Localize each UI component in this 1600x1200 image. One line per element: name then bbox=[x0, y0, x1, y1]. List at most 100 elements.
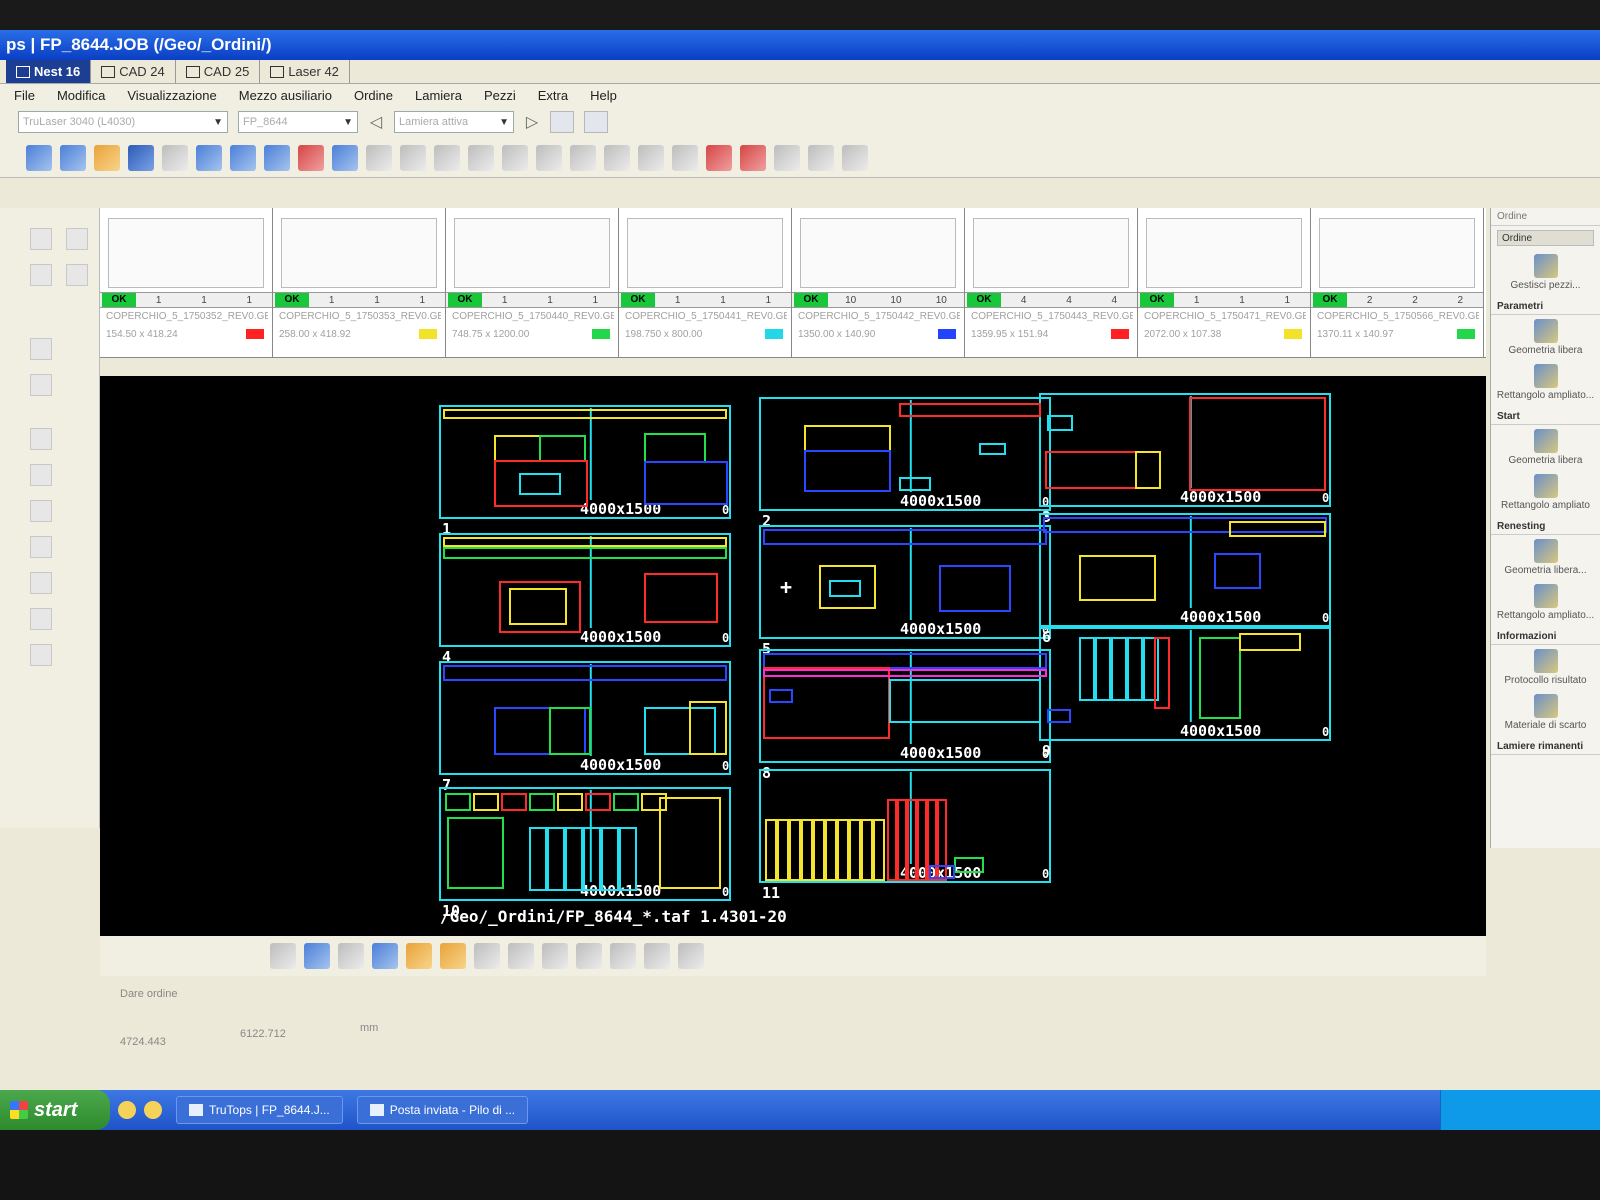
nesting-canvas[interactable]: 4000x1500 0 1 4000x1500 0 2 4000x1500 0 3 4000x15… bbox=[100, 376, 1486, 936]
panel-action-button[interactable]: Materiale di scarto bbox=[1491, 690, 1600, 735]
tab-nest-16[interactable]: Nest 16 bbox=[6, 60, 92, 83]
menu-visualizzazione[interactable]: Visualizzazione bbox=[127, 88, 216, 103]
taskbar-item-mail[interactable]: Posta inviata - Pilo di ... bbox=[356, 1096, 529, 1124]
parts-list-icon[interactable] bbox=[332, 144, 358, 171]
dimension-tool-icon[interactable] bbox=[30, 464, 52, 486]
move-part-icon[interactable] bbox=[304, 943, 330, 969]
redo-icon[interactable] bbox=[400, 144, 426, 171]
line-tool-icon[interactable] bbox=[30, 228, 52, 250]
copy-icon[interactable] bbox=[434, 144, 460, 171]
simulate-icon[interactable] bbox=[706, 144, 732, 171]
sheet-card[interactable]: OK 1 1 1 COPERCHIO_5_1750352_REV0.GEO 154.5… bbox=[100, 208, 273, 357]
nested-part bbox=[804, 425, 891, 452]
tab-ordine[interactable]: Ordine bbox=[1497, 230, 1594, 246]
tab-laser-42[interactable]: Laser 42 bbox=[260, 60, 350, 83]
nest-part-icon[interactable] bbox=[372, 943, 398, 969]
layout-3-icon[interactable] bbox=[842, 144, 868, 171]
panel-action-button[interactable]: Geometria libera bbox=[1491, 425, 1600, 470]
previous-sheet-icon[interactable]: ◁ bbox=[368, 112, 384, 132]
mirror-icon[interactable] bbox=[536, 144, 562, 171]
delete-sheet-icon[interactable] bbox=[508, 943, 534, 969]
lock-icon[interactable] bbox=[542, 943, 568, 969]
align-right-icon[interactable] bbox=[644, 943, 670, 969]
sheet-card[interactable]: OK 1 1 1 COPERCHIO_5_1750353_REV0.GEO 258.0… bbox=[273, 208, 446, 357]
corner-tool-icon[interactable] bbox=[30, 428, 52, 450]
copy-sheet-icon[interactable] bbox=[474, 943, 500, 969]
sheet-card[interactable]: OK 1 1 1 COPERCHIO_5_1750441_REV0.GEO 198.7… bbox=[619, 208, 792, 357]
manage-parts-button[interactable]: Gestisci pezzi... bbox=[1491, 250, 1600, 295]
move-icon[interactable] bbox=[468, 144, 494, 171]
menu-file[interactable]: File bbox=[14, 88, 35, 103]
arc-tool-icon[interactable] bbox=[30, 374, 52, 396]
tree-icon[interactable] bbox=[162, 144, 188, 171]
save-icon[interactable] bbox=[128, 144, 154, 171]
undo-icon[interactable] bbox=[366, 144, 392, 171]
panel-section-title: Renesting bbox=[1491, 515, 1600, 535]
machine-select[interactable]: TruLaser 3040 (L4030) ▼ bbox=[18, 111, 228, 133]
parts-add-icon[interactable] bbox=[264, 144, 290, 171]
part-dims: 2072.00 x 107.38 bbox=[1144, 329, 1222, 340]
vertical-line-icon[interactable] bbox=[30, 338, 52, 360]
layout-2-icon[interactable] bbox=[808, 144, 834, 171]
nest-auto-icon[interactable] bbox=[406, 943, 432, 969]
point-tool-icon[interactable] bbox=[30, 572, 52, 594]
align-top-icon[interactable] bbox=[610, 943, 636, 969]
cross-tool-icon[interactable] bbox=[30, 500, 52, 522]
report-icon[interactable] bbox=[740, 144, 766, 171]
nested-part bbox=[1127, 637, 1143, 701]
sheet-card[interactable]: OK 2 2 2 COPERCHIO_5_1750566_REV0.GEO 1370.… bbox=[1311, 208, 1484, 357]
nest-run-icon[interactable] bbox=[298, 144, 324, 171]
import-icon[interactable] bbox=[60, 144, 86, 171]
new-job-icon[interactable] bbox=[26, 144, 52, 171]
nest-manual-icon[interactable] bbox=[440, 943, 466, 969]
start-button[interactable]: start bbox=[0, 1090, 110, 1130]
align-left-icon[interactable] bbox=[576, 943, 602, 969]
menu-pezzi[interactable]: Pezzi bbox=[484, 88, 516, 103]
panel-action-button[interactable]: Geometria libera bbox=[1491, 315, 1600, 360]
distribute-icon[interactable] bbox=[604, 144, 630, 171]
align-icon[interactable] bbox=[570, 144, 596, 171]
select-icon[interactable] bbox=[270, 943, 296, 969]
menu-lamiera[interactable]: Lamiera bbox=[415, 88, 462, 103]
layout-icon[interactable] bbox=[774, 144, 800, 171]
tab-cad-24[interactable]: CAD 24 bbox=[91, 60, 176, 83]
grid-view-button[interactable] bbox=[584, 111, 608, 133]
sheet-view-button[interactable] bbox=[550, 111, 574, 133]
diagonal-tool-icon[interactable] bbox=[30, 264, 52, 286]
menu-ordine[interactable]: Ordine bbox=[354, 88, 393, 103]
sheet-card[interactable]: OK 1 1 1 COPERCHIO_5_1750440_REV0.GEO 748.7… bbox=[446, 208, 619, 357]
panel-action-button[interactable]: Rettangolo ampliato... bbox=[1491, 360, 1600, 405]
quicklaunch-folder-icon[interactable] bbox=[144, 1101, 162, 1119]
tab-cad-25[interactable]: CAD 25 bbox=[176, 60, 261, 83]
chart-icon[interactable] bbox=[66, 264, 88, 286]
menu-help[interactable]: Help bbox=[590, 88, 617, 103]
menu-modifica[interactable]: Modifica bbox=[57, 88, 105, 103]
panel-action-button[interactable]: Protocollo risultato bbox=[1491, 645, 1600, 690]
delete-tool-icon[interactable] bbox=[30, 644, 52, 666]
measure-icon[interactable] bbox=[638, 144, 664, 171]
circle-tool-icon[interactable] bbox=[30, 536, 52, 558]
panel-action-button[interactable]: Geometria libera... bbox=[1491, 535, 1600, 580]
pause-icon[interactable] bbox=[66, 228, 88, 250]
panel-action-button[interactable]: Rettangolo ampliato... bbox=[1491, 580, 1600, 625]
menu-mezzo-ausiliario[interactable]: Mezzo ausiliario bbox=[239, 88, 332, 103]
quicklaunch-icon[interactable] bbox=[118, 1101, 136, 1119]
parts-icon[interactable] bbox=[230, 144, 256, 171]
sheet-card[interactable]: OK 1 1 1 COPERCHIO_5_1750471_REV0.GEO 2072.… bbox=[1138, 208, 1311, 357]
panel-action-button[interactable]: Rettangolo ampliato bbox=[1491, 470, 1600, 515]
job-select[interactable]: FP_8644 ▼ bbox=[238, 111, 358, 133]
snap-tool-icon[interactable] bbox=[30, 608, 52, 630]
color-swatch bbox=[1457, 329, 1475, 339]
rotate-icon[interactable] bbox=[502, 144, 528, 171]
sheet-card[interactable]: OK 10 10 10 COPERCHIO_5_1750442_REV0.GEO 13… bbox=[792, 208, 965, 357]
sheet-select[interactable]: Lamiera attiva ▼ bbox=[394, 111, 514, 133]
menu-extra[interactable]: Extra bbox=[538, 88, 568, 103]
zoom-in-icon[interactable] bbox=[338, 943, 364, 969]
sheet-card[interactable]: OK 4 4 4 COPERCHIO_5_1750443_REV0.GEO 1359.… bbox=[965, 208, 1138, 357]
next-sheet-icon[interactable]: ▷ bbox=[524, 112, 540, 132]
open-folder-icon[interactable] bbox=[94, 144, 120, 171]
taskbar-item-trutops[interactable]: TruTops | FP_8644.J... bbox=[176, 1096, 343, 1124]
align-bottom-icon[interactable] bbox=[678, 943, 704, 969]
zoom-icon[interactable] bbox=[672, 144, 698, 171]
sheet-edit-icon[interactable] bbox=[196, 144, 222, 171]
